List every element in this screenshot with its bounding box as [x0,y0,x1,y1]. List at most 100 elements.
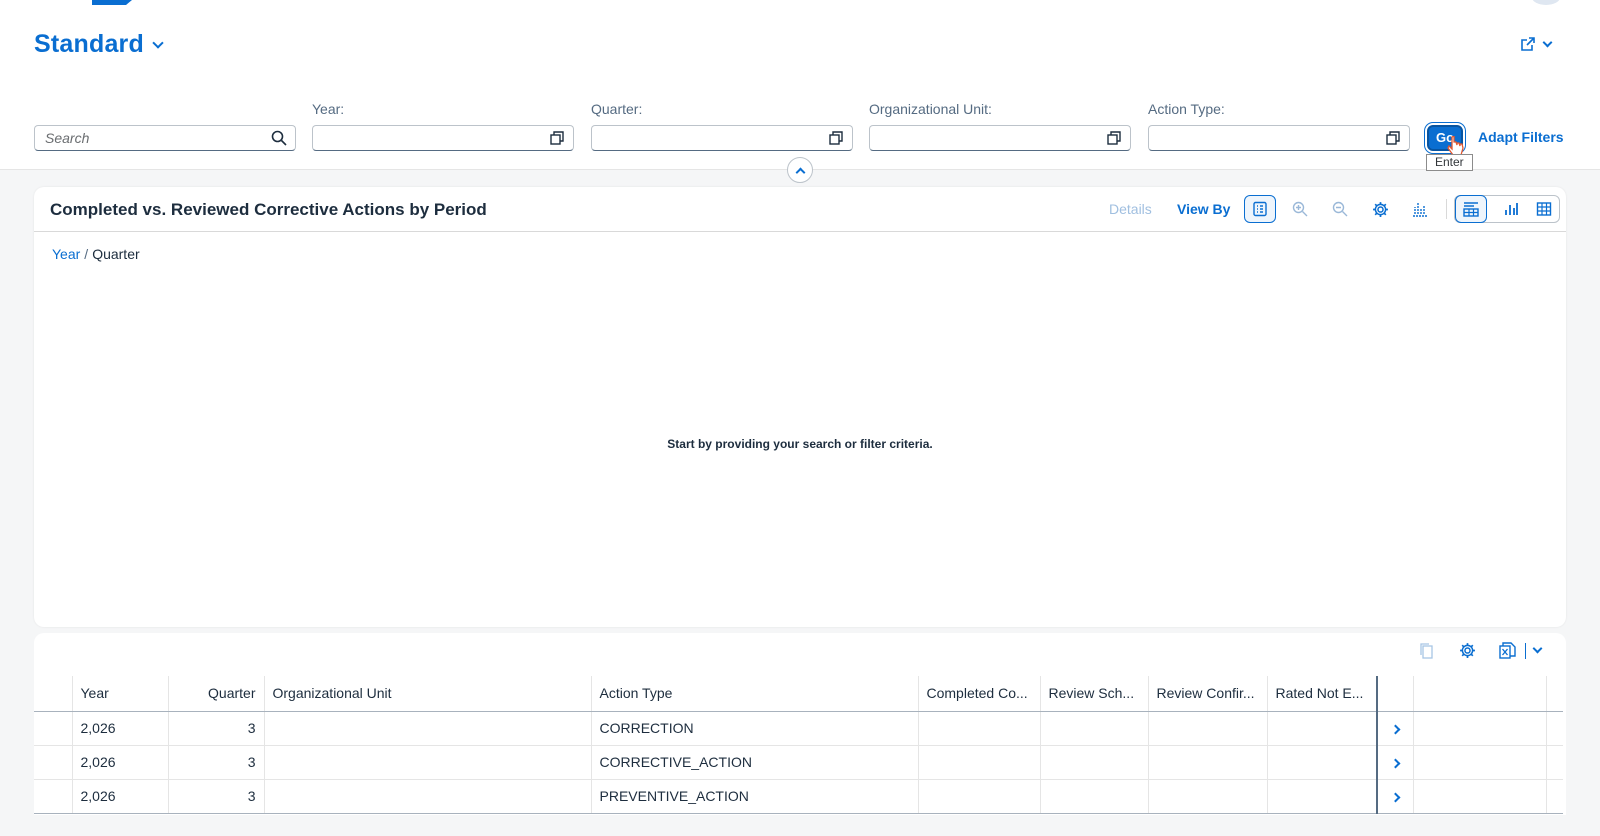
filler-cell [1413,779,1547,814]
chevron-right-icon [1390,758,1401,769]
filler-column-header [1546,676,1563,712]
chart-type-button[interactable] [1404,195,1436,223]
column-header-review-scheduled[interactable]: Review Sch... [1040,676,1149,712]
cell-action-type: CORRECTIVE_ACTION [591,745,919,780]
share-button[interactable] [1520,36,1553,52]
cell-org-unit [264,779,592,814]
zoom-out-icon [1332,201,1348,217]
filler-cell [1546,779,1563,814]
year-filter-input[interactable] [312,125,574,151]
quarter-filter-label: Quarter: [591,101,643,117]
navigation-column-header [1376,676,1414,712]
variant-title: Standard [34,30,144,58]
cell-rated-not [1267,779,1378,814]
chart-table-icon [1463,202,1479,217]
legend-icon [1253,201,1267,217]
chevron-down-icon [1542,37,1553,47]
cell-review-scheduled [1040,745,1149,780]
view-table-button[interactable] [1528,195,1560,223]
search-field[interactable]: Search [34,125,296,151]
row-navigation[interactable] [1376,745,1414,780]
value-help-icon[interactable] [828,130,844,146]
row-selector[interactable] [34,779,73,814]
value-help-icon[interactable] [1106,130,1122,146]
export-button[interactable] [1499,642,1543,659]
view-chart-button[interactable] [1495,195,1527,223]
variant-selector[interactable]: Standard [34,30,164,59]
search-icon[interactable] [271,130,287,146]
row-navigation[interactable] [1376,779,1414,814]
action-type-filter-input[interactable] [1148,125,1410,151]
zoom-out-button[interactable] [1324,195,1356,223]
column-header-rated-not[interactable]: Rated Not E... [1267,676,1378,712]
gear-icon [1460,643,1475,658]
filler-cell [1413,711,1547,746]
value-help-icon[interactable] [549,130,565,146]
chart-settings-button[interactable] [1364,195,1396,223]
column-header-completed[interactable]: Completed Co... [918,676,1041,712]
cell-year: 2,026 [72,745,169,780]
row-selector[interactable] [34,745,73,780]
breadcrumb-current: Quarter [92,246,140,262]
row-navigation[interactable] [1376,711,1414,746]
cell-rated-not [1267,745,1378,780]
table-row[interactable]: 2,026 3 PREVENTIVE_ACTION [34,779,1563,814]
cell-completed [918,745,1041,780]
copy-button[interactable] [1419,642,1435,665]
breadcrumb-link-year[interactable]: Year [52,246,80,262]
view-chart-table-button[interactable] [1455,195,1487,223]
year-filter-label: Year: [312,101,345,117]
cell-quarter: 3 [168,711,265,746]
table-settings-button[interactable] [1459,642,1476,664]
go-tooltip: Enter [1426,154,1473,171]
cell-completed [918,779,1041,814]
drilldown-breadcrumb: Year / Quarter [52,246,140,262]
chevron-right-icon [1390,724,1401,735]
chart-container: Completed vs. Reviewed Corrective Action… [34,187,1566,627]
cell-action-type: CORRECTION [591,711,919,746]
filler-cell [1413,745,1547,780]
filler-cell [1546,711,1563,746]
details-button[interactable]: Details [1109,201,1152,217]
breadcrumb-separator: / [84,246,89,262]
column-header-action-type[interactable]: Action Type [591,676,919,712]
legend-toggle-button[interactable] [1244,195,1276,223]
quarter-filter-input[interactable] [591,125,853,151]
user-avatar[interactable] [1532,0,1560,5]
cell-org-unit [264,711,592,746]
filler-cell [1546,745,1563,780]
copy-icon [1420,643,1433,659]
bar-chart-icon [1505,203,1518,215]
view-by-button[interactable]: View By [1177,201,1230,217]
chart-type-icon [1413,203,1427,217]
search-placeholder: Search [45,130,90,146]
value-help-icon[interactable] [1385,130,1401,146]
cell-review-confirmed [1148,711,1268,746]
row-selector-header [34,676,73,712]
column-header-year[interactable]: Year [72,676,169,712]
zoom-in-icon [1292,201,1308,217]
org-unit-filter-input[interactable] [869,125,1131,151]
table-row[interactable]: 2,026 3 CORRECTION [34,711,1563,746]
cell-quarter: 3 [168,779,265,814]
adapt-filters-button[interactable]: Adapt Filters [1478,129,1564,145]
chart-title: Completed vs. Reviewed Corrective Action… [50,200,487,219]
action-type-filter-label: Action Type: [1148,101,1225,117]
table-container: Year Quarter Organizational Unit Action … [34,633,1566,815]
export-excel-icon [1499,642,1516,659]
collapse-header-button[interactable] [787,157,813,183]
cell-quarter: 3 [168,745,265,780]
row-selector[interactable] [34,711,73,746]
cell-review-scheduled [1040,711,1149,746]
column-header-review-confirmed[interactable]: Review Confir... [1148,676,1268,712]
gear-icon [1372,201,1388,217]
column-header-quarter[interactable]: Quarter [168,676,265,712]
company-logo [92,0,132,5]
filter-bar-header: Standard Search Year: Quarter: Organizat… [0,0,1600,171]
column-header-org-unit[interactable]: Organizational Unit [264,676,592,712]
cell-action-type: PREVENTIVE_ACTION [591,779,919,814]
table-row[interactable]: 2,026 3 CORRECTIVE_ACTION [34,745,1563,780]
zoom-in-button[interactable] [1284,195,1316,223]
chevron-right-icon [1390,792,1401,803]
chevron-down-icon [152,36,164,49]
